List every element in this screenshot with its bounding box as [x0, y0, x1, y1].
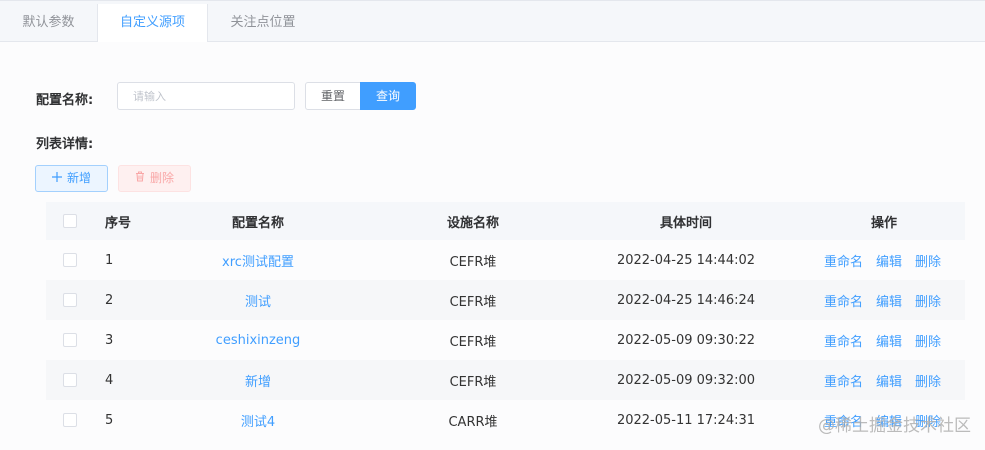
- config-table: 序号 配置名称 设施名称 具体时间 操作 1 xrc测试配置 CEFR堆 202…: [46, 202, 965, 440]
- delete-link[interactable]: 删除: [915, 291, 941, 310]
- row-index: 4: [105, 372, 114, 388]
- header-config-name: 配置名称: [231, 215, 284, 231]
- main-panel: 配置名称: 重置 查询 列表详情: 新增 删除 序号 配置名称 设施名称 具体时…: [0, 42, 985, 450]
- rename-link[interactable]: 重命名: [824, 291, 863, 310]
- row-actions: 重命名 编辑 删除: [824, 240, 965, 280]
- tab-focus-position[interactable]: 关注点位置: [208, 4, 318, 42]
- reset-button[interactable]: 重置: [305, 82, 361, 110]
- row-checkbox[interactable]: [63, 253, 77, 267]
- row-time: 2022-05-09 09:32:00: [616, 372, 756, 388]
- table-row: 1 xrc测试配置 CEFR堆 2022-04-25 14:44:02 重命名 …: [46, 240, 965, 280]
- edit-link[interactable]: 编辑: [876, 371, 902, 390]
- row-index: 3: [105, 332, 114, 348]
- row-time: 2022-05-11 17:24:31: [616, 412, 756, 428]
- edit-link[interactable]: 编辑: [876, 291, 902, 310]
- select-all-checkbox[interactable]: [63, 214, 77, 228]
- row-actions: 重命名 编辑 删除: [824, 320, 965, 360]
- row-facility-name: CEFR堆: [449, 294, 497, 310]
- table-row: 2 测试 CEFR堆 2022-04-25 14:46:24 重命名 编辑 删除: [46, 280, 965, 320]
- edit-link[interactable]: 编辑: [876, 331, 902, 350]
- row-config-name-link[interactable]: 新增: [158, 360, 358, 400]
- trash-icon: [135, 166, 145, 191]
- watermark: @稀土掘金技术社区: [818, 416, 971, 436]
- row-time: 2022-04-25 14:46:24: [616, 292, 756, 308]
- rename-link[interactable]: 重命名: [824, 251, 863, 270]
- header-index: 序号: [105, 215, 132, 231]
- delete-link[interactable]: 删除: [915, 251, 941, 270]
- header-time: 具体时间: [659, 215, 712, 231]
- row-config-name-link[interactable]: 测试4: [158, 400, 358, 440]
- table-header: 序号 配置名称 设施名称 具体时间 操作: [46, 202, 965, 240]
- row-select-cell: [63, 360, 77, 400]
- row-select-cell: [63, 320, 77, 360]
- plus-icon: [51, 166, 62, 191]
- config-name-input[interactable]: [117, 82, 295, 110]
- delete-link[interactable]: 删除: [915, 331, 941, 350]
- row-time: 2022-05-09 09:30:22: [616, 332, 756, 348]
- add-button-label: 新增: [66, 171, 91, 185]
- row-config-name-link[interactable]: ceshixinzeng: [158, 320, 358, 360]
- row-index: 5: [105, 412, 114, 428]
- row-actions: 重命名 编辑 删除: [824, 280, 965, 320]
- row-select-cell: [63, 400, 77, 440]
- rename-link[interactable]: 重命名: [824, 371, 863, 390]
- row-select-cell: [63, 240, 77, 280]
- row-actions: 重命名 编辑 删除: [824, 360, 965, 400]
- add-button[interactable]: 新增: [35, 165, 108, 192]
- row-select-cell: [63, 280, 77, 320]
- row-facility-name: CEFR堆: [449, 374, 497, 390]
- row-checkbox[interactable]: [63, 293, 77, 307]
- row-checkbox[interactable]: [63, 333, 77, 347]
- row-config-name-link[interactable]: 测试: [158, 280, 358, 320]
- delete-button-label: 删除: [149, 171, 174, 185]
- row-time: 2022-04-25 14:44:02: [616, 252, 756, 268]
- delete-button[interactable]: 删除: [118, 165, 191, 192]
- delete-link[interactable]: 删除: [915, 371, 941, 390]
- select-all-cell: [63, 202, 77, 240]
- row-checkbox[interactable]: [63, 373, 77, 387]
- header-actions: 操作: [870, 215, 897, 231]
- row-facility-name: CARR堆: [448, 414, 498, 430]
- row-checkbox[interactable]: [63, 413, 77, 427]
- header-facility-name: 设施名称: [446, 215, 499, 231]
- row-index: 2: [105, 292, 114, 308]
- row-facility-name: CEFR堆: [449, 334, 497, 350]
- table-row: 4 新增 CEFR堆 2022-05-09 09:32:00 重命名 编辑 删除: [46, 360, 965, 400]
- query-button[interactable]: 查询: [360, 82, 416, 110]
- config-name-label: 配置名称:: [36, 93, 94, 108]
- row-config-name-link[interactable]: xrc测试配置: [158, 240, 358, 280]
- tab-custom-source[interactable]: 自定义源项: [97, 4, 208, 43]
- row-facility-name: CEFR堆: [449, 254, 497, 270]
- row-index: 1: [105, 252, 114, 268]
- edit-link[interactable]: 编辑: [876, 251, 902, 270]
- table-row: 3 ceshixinzeng CEFR堆 2022-05-09 09:30:22…: [46, 320, 965, 360]
- rename-link[interactable]: 重命名: [824, 331, 863, 350]
- list-details-title: 列表详情:: [36, 137, 94, 152]
- tab-default-params[interactable]: 默认参数: [0, 4, 97, 42]
- tab-bar: 默认参数 自定义源项 关注点位置: [0, 0, 985, 43]
